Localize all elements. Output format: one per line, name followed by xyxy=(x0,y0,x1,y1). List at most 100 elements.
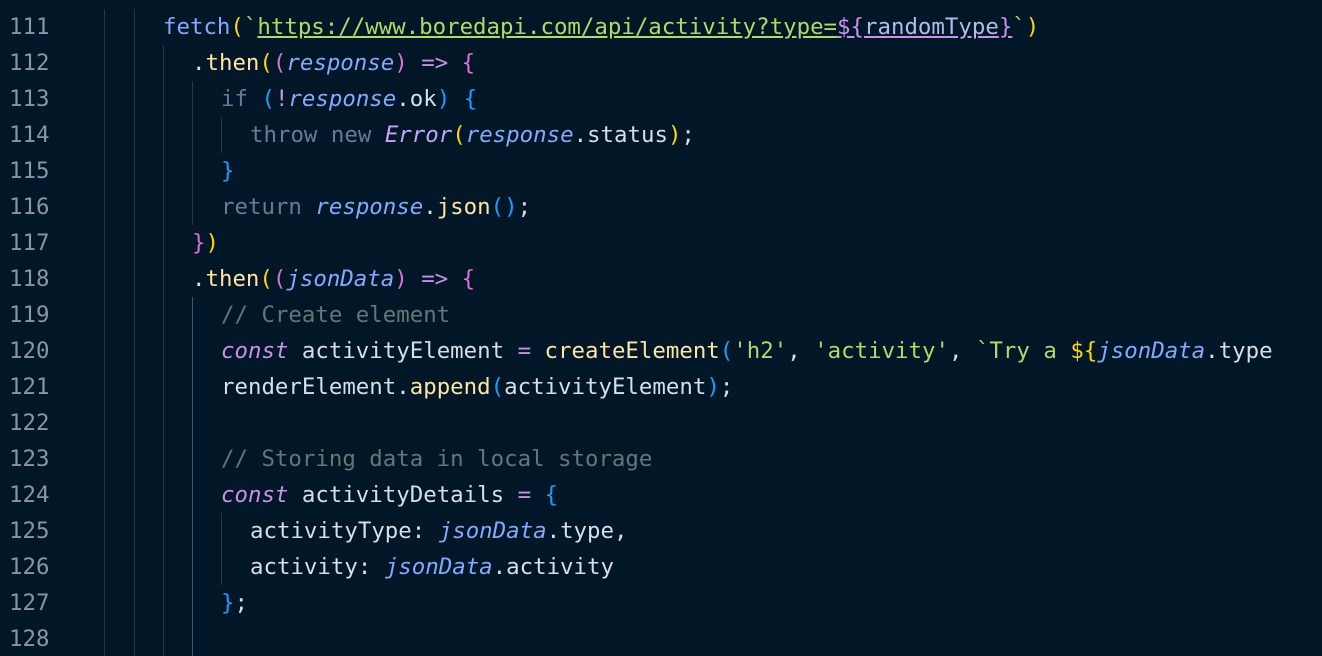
code-token: ) xyxy=(394,266,408,292)
indent-guide xyxy=(163,369,164,405)
code-line[interactable]: .then((jsonData) => { xyxy=(0,261,1322,297)
code-line[interactable]: }; xyxy=(0,585,1322,621)
indent-guide xyxy=(134,477,135,513)
indent-guide xyxy=(163,225,164,261)
code-token: { xyxy=(461,50,476,76)
indent-guide xyxy=(104,549,105,585)
indent-guide xyxy=(104,9,105,45)
code-token: 'activity' xyxy=(814,338,949,364)
indent-guide xyxy=(134,117,135,153)
code-line[interactable]: const activityDetails = { xyxy=(0,477,1322,513)
indent-guide xyxy=(163,153,164,189)
code-line[interactable]: if (!response.ok) { xyxy=(0,81,1322,117)
code-token: randomType xyxy=(864,14,999,40)
code-line[interactable]: }) xyxy=(0,225,1322,261)
indent-guide xyxy=(192,153,193,189)
indent-guide xyxy=(192,405,193,441)
indent-guide xyxy=(163,261,164,297)
code-text: .then((response) => { xyxy=(192,45,475,81)
code-token: json xyxy=(436,194,491,220)
code-token: { xyxy=(463,86,478,112)
code-token: } xyxy=(221,158,235,184)
indent-guide xyxy=(163,621,164,656)
code-text: const activityElement = createElement('h… xyxy=(221,333,1273,369)
code-token: . xyxy=(396,374,410,400)
indent-guide xyxy=(104,333,105,369)
code-line[interactable]: // Storing data in local storage xyxy=(0,441,1322,477)
code-text: renderElement.append(activityElement); xyxy=(221,369,733,405)
indent-guide xyxy=(163,297,164,333)
code-token: then xyxy=(205,50,260,76)
code-line[interactable]: // Create element xyxy=(0,297,1322,333)
indent-guide xyxy=(134,81,135,117)
code-line[interactable]: activityType: jsonData.type, xyxy=(0,513,1322,549)
indent-guide xyxy=(104,45,105,81)
code-token: type xyxy=(560,518,614,544)
code-line[interactable]: const activityElement = createElement('h… xyxy=(0,333,1322,369)
code-line[interactable]: throw new Error(response.status); xyxy=(0,117,1322,153)
code-token: ) xyxy=(706,374,720,400)
indent-guide xyxy=(104,261,105,297)
code-token: jsonData xyxy=(1097,338,1206,364)
code-line[interactable]: return response.json(); xyxy=(0,189,1322,225)
indent-guide xyxy=(192,477,193,513)
code-line[interactable]: renderElement.append(activityElement); xyxy=(0,369,1322,405)
code-token: : xyxy=(357,554,385,580)
indent-guide xyxy=(104,405,105,441)
indent-guide xyxy=(163,585,164,621)
code-token: ( xyxy=(272,50,287,76)
code-token: ( xyxy=(230,14,244,40)
indent-guide xyxy=(221,513,222,549)
code-token: ( xyxy=(719,338,734,364)
code-editor[interactable]: 111 112 113 114 115 116 117 118 119 120 … xyxy=(0,0,1322,656)
code-line[interactable] xyxy=(0,621,1322,656)
code-token: Error xyxy=(384,122,453,148)
code-area[interactable]: fetch(`https://www.boredapi.com/api/acti… xyxy=(0,9,1322,656)
code-token: , xyxy=(948,338,976,364)
code-token: ( xyxy=(259,266,273,292)
code-text: fetch(`https://www.boredapi.com/api/acti… xyxy=(163,9,1039,45)
code-token: response xyxy=(286,50,395,76)
indent-guide xyxy=(134,549,135,585)
code-text: // Create element xyxy=(221,297,450,333)
code-token: ! xyxy=(274,86,289,112)
indent-guide xyxy=(104,513,105,549)
code-line[interactable] xyxy=(0,405,1322,441)
code-line[interactable]: fetch(`https://www.boredapi.com/api/acti… xyxy=(0,9,1322,45)
indent-guide xyxy=(163,45,164,81)
code-token: . xyxy=(192,50,206,76)
code-token: . xyxy=(396,86,410,112)
code-line[interactable]: .then((response) => { xyxy=(0,45,1322,81)
code-token: response xyxy=(288,86,397,112)
indent-guide xyxy=(192,513,193,549)
code-token: } xyxy=(221,590,235,616)
indent-guide xyxy=(104,585,105,621)
code-token: status xyxy=(587,122,668,148)
code-token: jsonData xyxy=(286,266,395,292)
code-token: throw xyxy=(250,122,318,148)
code-token: activityElement xyxy=(288,338,518,364)
code-text: } xyxy=(221,153,234,189)
code-token: renderElement xyxy=(221,374,397,400)
code-line[interactable]: } xyxy=(0,153,1322,189)
code-token: jsonData xyxy=(438,518,547,544)
code-text: throw new Error(response.status); xyxy=(250,117,695,153)
code-token: ; xyxy=(517,194,532,220)
indent-guide xyxy=(192,81,193,117)
indent-guide xyxy=(134,225,135,261)
code-token: ) xyxy=(436,86,451,112)
code-token: append xyxy=(409,374,491,400)
indent-guide xyxy=(192,585,193,621)
code-token: new xyxy=(330,122,372,148)
code-token: then xyxy=(205,266,260,292)
indent-guide xyxy=(163,441,164,477)
indent-guide xyxy=(104,81,105,117)
code-line[interactable]: activity: jsonData.activity xyxy=(0,549,1322,585)
indent-guide xyxy=(104,621,105,656)
code-token: ; xyxy=(234,590,248,616)
code-token: ( xyxy=(272,266,287,292)
code-text: const activityDetails = { xyxy=(221,477,558,513)
